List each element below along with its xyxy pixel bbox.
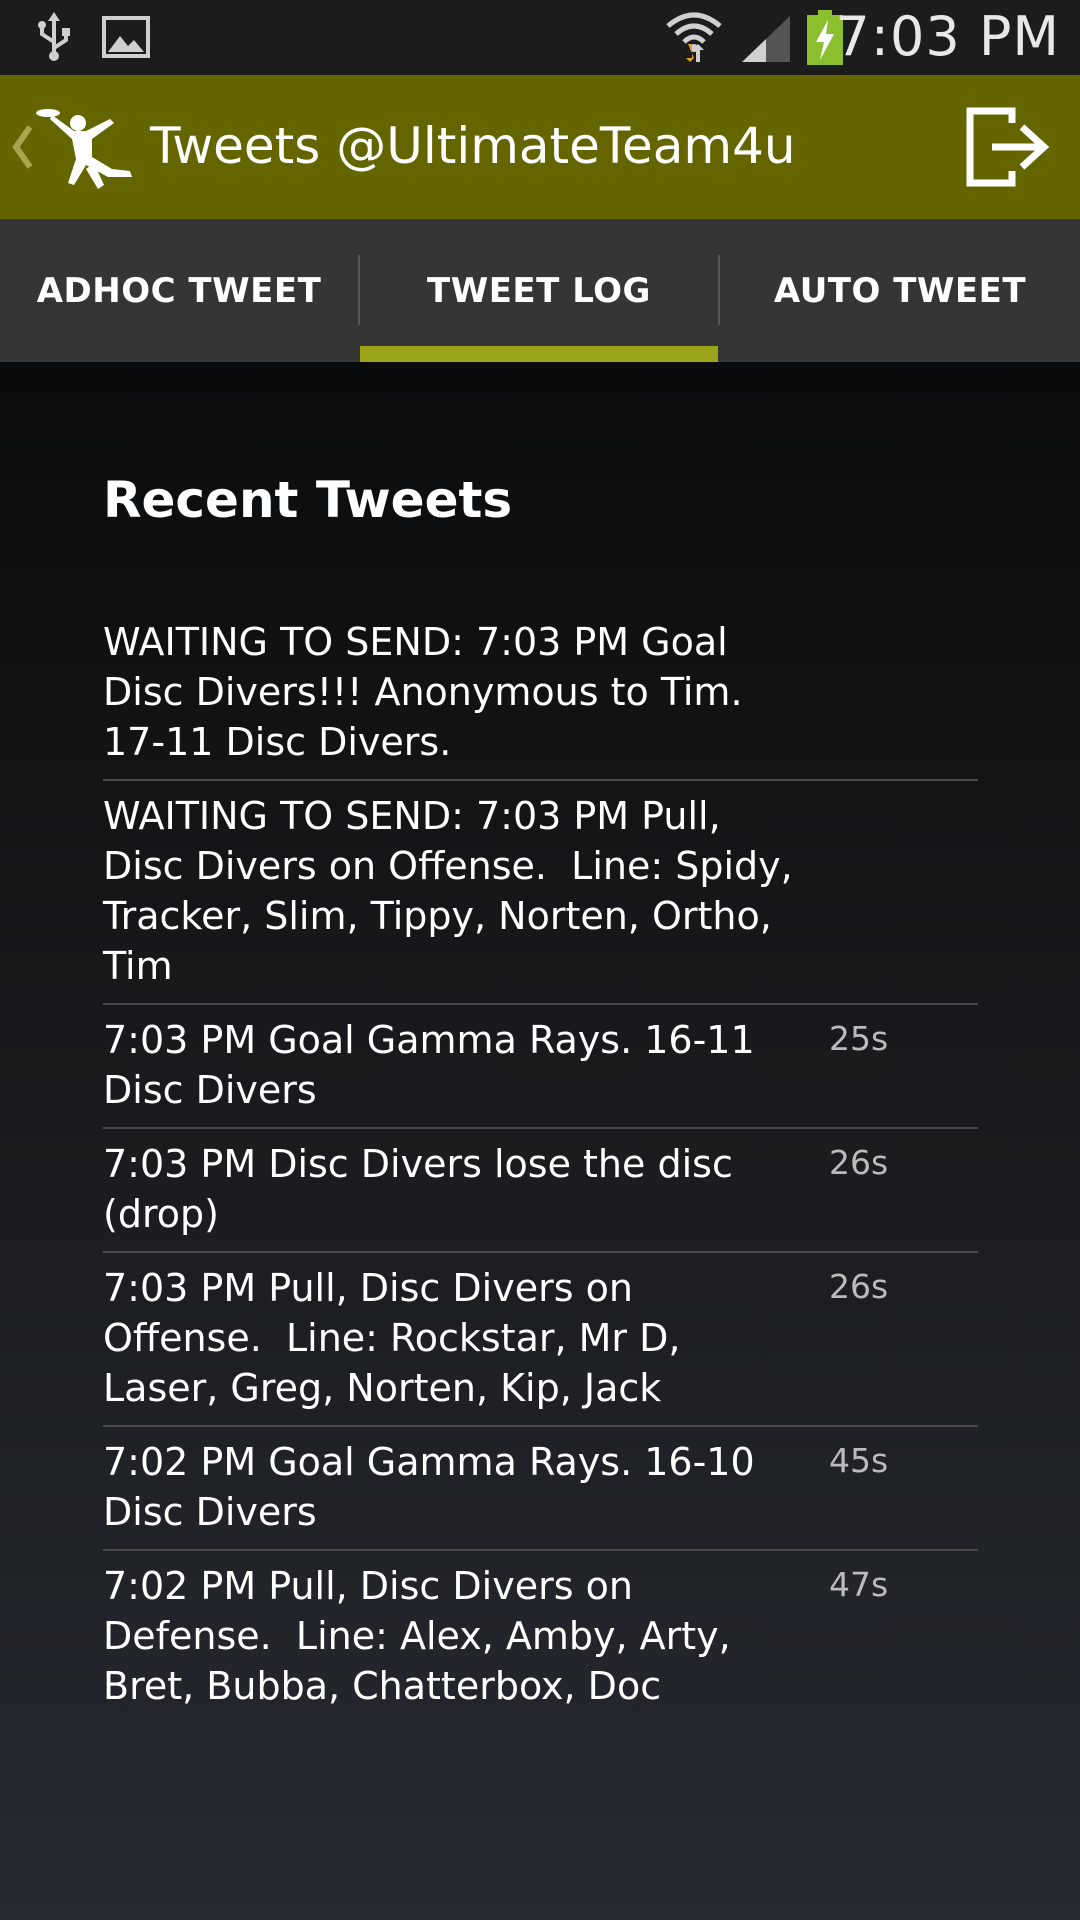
wifi-icon (664, 8, 724, 66)
logout-icon (966, 107, 1050, 187)
status-clock: 7:03 PM (835, 5, 1060, 68)
tab-adhoc-tweet[interactable]: ADHOC TWEET (0, 219, 358, 362)
tweet-age: 25s (829, 1019, 889, 1058)
tweet-age: 45s (829, 1441, 889, 1480)
tweet-list[interactable]: WAITING TO SEND: 7:03 PM Goal Disc Diver… (103, 607, 978, 1723)
tweet-row[interactable]: 7:03 PM Disc Divers lose the disc (drop)… (103, 1129, 978, 1253)
frisbee-player-icon[interactable] (34, 105, 144, 199)
tab-tweet-log[interactable]: TWEET LOG (360, 219, 718, 362)
action-bar-title: Tweets @UltimateTeam4u (150, 117, 796, 175)
image-icon (102, 16, 150, 62)
tweet-age: 47s (829, 1565, 889, 1604)
tweet-text: 7:03 PM Goal Gamma Rays. 16-11 Disc Dive… (103, 1018, 767, 1112)
usb-icon (36, 12, 72, 66)
tweet-row[interactable]: 7:03 PM Pull, Disc Divers on Offense. Li… (103, 1253, 978, 1427)
tweet-age: 26s (829, 1143, 889, 1182)
tweet-text: WAITING TO SEND: 7:03 PM Pull, Disc Dive… (103, 794, 805, 988)
tab-auto-tweet[interactable]: AUTO TWEET (720, 219, 1080, 362)
action-bar: Tweets @UltimateTeam4u (0, 75, 1080, 219)
up-caret-icon[interactable] (10, 123, 34, 175)
tweet-row[interactable]: 7:02 PM Goal Gamma Rays. 16-10 Disc Dive… (103, 1427, 978, 1551)
section-title: Recent Tweets (103, 471, 513, 529)
tab-bar: ADHOC TWEET TWEET LOG AUTO TWEET (0, 219, 1080, 362)
tweet-text: 7:02 PM Goal Gamma Rays. 16-10 Disc Dive… (103, 1440, 767, 1534)
tweet-row[interactable]: WAITING TO SEND: 7:03 PM Pull, Disc Dive… (103, 781, 978, 1005)
signal-icon (740, 14, 792, 68)
tweet-text: 7:02 PM Pull, Disc Divers on Defense. Li… (103, 1564, 743, 1708)
tweet-text: WAITING TO SEND: 7:03 PM Goal Disc Diver… (103, 620, 755, 764)
tweet-text: 7:03 PM Disc Divers lose the disc (drop) (103, 1142, 745, 1236)
tweet-text: 7:03 PM Pull, Disc Divers on Offense. Li… (103, 1266, 693, 1410)
tweet-row[interactable]: 7:02 PM Pull, Disc Divers on Defense. Li… (103, 1551, 978, 1723)
tweet-row[interactable]: WAITING TO SEND: 7:03 PM Goal Disc Diver… (103, 607, 978, 781)
selected-tab-indicator (360, 346, 718, 362)
tweet-age: 26s (829, 1267, 889, 1306)
tweet-log-panel: Recent Tweets WAITING TO SEND: 7:03 PM G… (0, 362, 1080, 1920)
logout-button[interactable] (964, 105, 1050, 189)
status-bar: 7:03 PM (0, 0, 1080, 75)
tweet-row[interactable]: 7:03 PM Goal Gamma Rays. 16-11 Disc Dive… (103, 1005, 978, 1129)
